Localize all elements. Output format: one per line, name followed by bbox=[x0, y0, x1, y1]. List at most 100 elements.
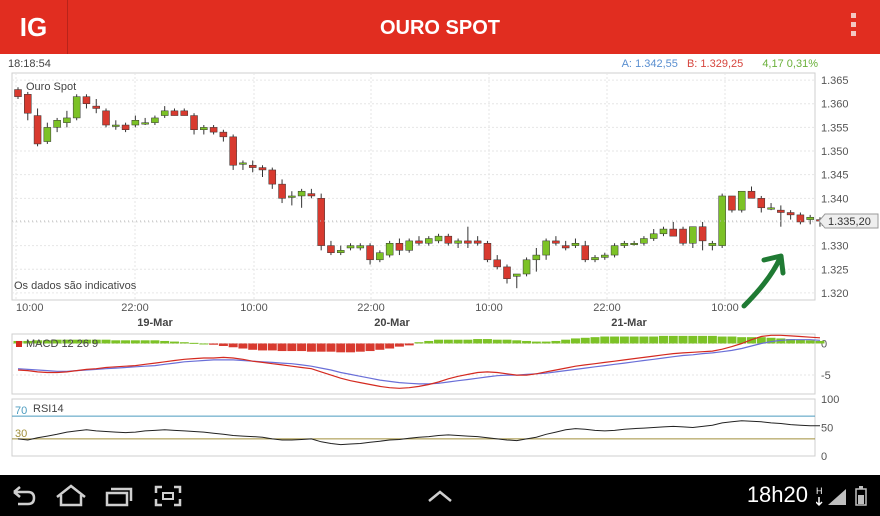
candle-down bbox=[698, 226, 707, 242]
rsi-tick-label: 0 bbox=[821, 451, 827, 462]
ig-logo[interactable]: IG bbox=[0, 0, 68, 54]
macd-histogram-bar bbox=[463, 339, 473, 344]
candle-up bbox=[640, 238, 648, 244]
candle-up bbox=[620, 243, 629, 246]
macd-histogram-bar bbox=[805, 340, 815, 344]
macd-histogram-bar bbox=[678, 335, 688, 344]
candle-up bbox=[405, 240, 413, 251]
macd-histogram-bar bbox=[130, 340, 140, 344]
macd-tick-label: 0 bbox=[821, 338, 827, 350]
candle-up bbox=[239, 162, 247, 165]
macd-histogram-bar bbox=[140, 340, 150, 344]
macd-histogram-bar bbox=[326, 343, 336, 352]
macd-histogram-bar bbox=[111, 340, 121, 344]
macd-histogram-bar bbox=[688, 335, 698, 344]
macd-histogram-bar bbox=[394, 343, 404, 347]
candle-down bbox=[229, 136, 237, 166]
page-title: OURO SPOT bbox=[379, 17, 500, 39]
macd-histogram-bar bbox=[541, 341, 551, 344]
candle-down bbox=[82, 96, 91, 104]
rsi-band-low-label: 30 bbox=[15, 428, 27, 440]
candle-down bbox=[561, 245, 570, 249]
candle-up bbox=[356, 245, 365, 249]
overflow-menu-icon[interactable] bbox=[850, 13, 858, 41]
date-label: 19-Mar bbox=[137, 317, 173, 329]
macd-histogram-bar bbox=[492, 339, 502, 344]
candle-down bbox=[679, 228, 687, 244]
candle-down bbox=[728, 195, 736, 211]
macd-histogram-bar bbox=[590, 337, 600, 344]
home-icon[interactable] bbox=[54, 484, 88, 508]
macd-histogram-bar bbox=[610, 336, 620, 344]
candle-up bbox=[160, 110, 169, 116]
candle-up bbox=[542, 240, 550, 256]
candle-down bbox=[483, 243, 492, 261]
macd-histogram-bar bbox=[502, 339, 512, 344]
change-value: 4,17 bbox=[762, 58, 784, 70]
macd-histogram-bar bbox=[698, 335, 708, 344]
candle-down bbox=[464, 240, 472, 244]
macd-histogram-bar bbox=[248, 343, 258, 350]
time-tick-label: 22:00 bbox=[357, 302, 385, 314]
gold-price-chart[interactable]: Ouro Spot Os dados são indicativos 1.365 1… bbox=[0, 70, 880, 462]
rsi-tick-label: 100 bbox=[821, 394, 839, 406]
macd-histogram-bar bbox=[189, 342, 199, 344]
quote-time: 18:18:54 bbox=[8, 58, 51, 70]
macd-histogram-bar bbox=[121, 340, 131, 344]
candle-down bbox=[307, 193, 316, 197]
price-tick-label: 1.345 bbox=[821, 170, 849, 182]
chevron-up-icon[interactable] bbox=[425, 484, 455, 508]
rsi-label: RSI14 bbox=[33, 403, 64, 415]
macd-histogram-bar bbox=[238, 343, 248, 349]
candle-up bbox=[346, 245, 355, 249]
candle-down bbox=[395, 243, 404, 251]
macd-histogram-bar bbox=[639, 336, 649, 344]
candle-down bbox=[669, 228, 678, 237]
macd-histogram-bar bbox=[600, 336, 610, 344]
candle-down bbox=[268, 169, 277, 185]
candle-up bbox=[151, 117, 159, 123]
candle-up bbox=[591, 257, 599, 261]
macd-histogram-bar bbox=[414, 342, 424, 344]
recent-apps-icon[interactable] bbox=[104, 484, 134, 508]
macd-histogram-bar bbox=[473, 339, 483, 344]
candle-up bbox=[610, 245, 619, 256]
macd-histogram-bar bbox=[619, 336, 629, 344]
macd-histogram-bar bbox=[404, 343, 414, 346]
macd-histogram-bar bbox=[287, 343, 297, 352]
bid-label: B: bbox=[686, 58, 698, 70]
macd-histogram-bar bbox=[101, 339, 111, 344]
candle-down bbox=[473, 240, 482, 244]
macd-histogram-bar bbox=[258, 343, 267, 351]
bid-value: 1.329,25 bbox=[700, 58, 744, 70]
macd-histogram-bar bbox=[218, 343, 228, 346]
candle-down bbox=[327, 245, 335, 253]
candle-up bbox=[454, 240, 462, 244]
macd-histogram-bar bbox=[551, 340, 561, 344]
candle-up bbox=[63, 117, 71, 123]
candle-up bbox=[43, 127, 52, 142]
macd-histogram-bar bbox=[561, 339, 571, 344]
date-label: 21-Mar bbox=[611, 317, 647, 329]
macd-histogram-bar bbox=[355, 343, 365, 352]
rsi-band-high-label: 70 bbox=[15, 405, 27, 417]
candle-up bbox=[708, 243, 717, 246]
macd-histogram-bar bbox=[385, 343, 395, 349]
macd-histogram-bar bbox=[453, 339, 463, 344]
candle-up bbox=[601, 254, 609, 258]
candle-down bbox=[757, 198, 766, 209]
candle-up bbox=[376, 252, 384, 261]
macd-histogram-bar bbox=[658, 335, 668, 344]
screenshot-icon[interactable] bbox=[153, 484, 183, 508]
rsi-tick-label: 50 bbox=[821, 423, 833, 435]
candle-down bbox=[14, 89, 22, 97]
back-icon[interactable] bbox=[10, 484, 38, 508]
candle-down bbox=[180, 110, 189, 116]
candle-down bbox=[190, 115, 198, 130]
candle-up bbox=[767, 207, 775, 210]
price-tick-label: 1.330 bbox=[821, 241, 849, 253]
candle-down bbox=[317, 198, 325, 246]
app-header: IG OURO SPOT bbox=[0, 0, 880, 54]
candle-down bbox=[170, 110, 179, 116]
candle-down bbox=[219, 131, 228, 138]
